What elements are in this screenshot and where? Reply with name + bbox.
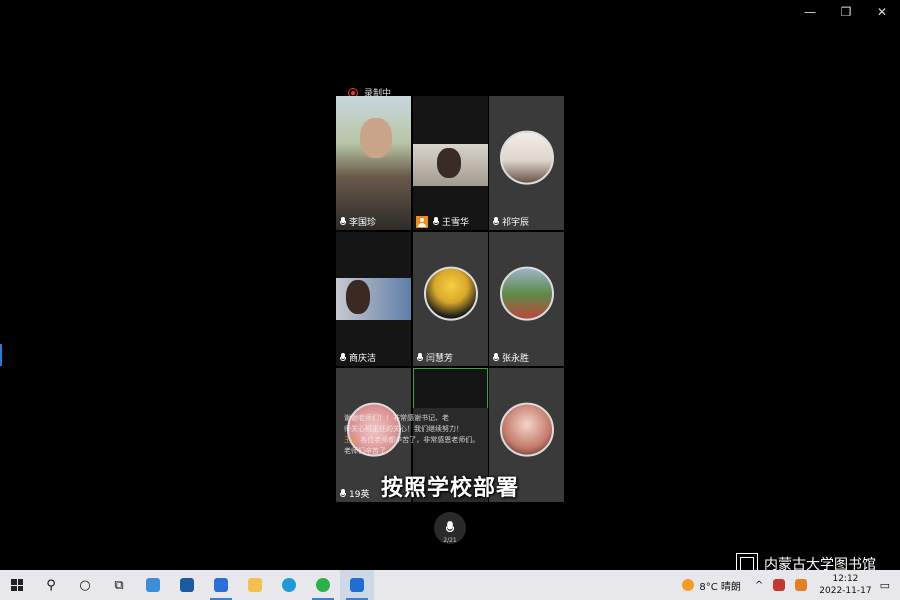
search-icon: ⚲ [46, 577, 56, 593]
minimize-button[interactable]: — [792, 0, 828, 24]
close-button[interactable]: ✕ [864, 0, 900, 24]
task-view-button[interactable]: ⧉ [102, 570, 136, 600]
taskbar-app[interactable] [340, 570, 374, 600]
participant-avatar [423, 266, 478, 321]
mic-icon [492, 216, 500, 227]
face-shape [346, 280, 370, 314]
mic-icon [492, 352, 500, 363]
participant-tile[interactable]: 祁宇辰 [489, 96, 564, 230]
clock-time: 12:12 [832, 574, 859, 584]
participant-avatar [499, 266, 554, 321]
taskbar-app[interactable] [272, 570, 306, 600]
antivirus-icon[interactable] [773, 579, 786, 591]
folder-icon [248, 578, 262, 592]
clock-date: 2022-11-17 [819, 586, 872, 596]
weather-text[interactable]: 8°C 晴朗 [699, 578, 741, 593]
maximize-button[interactable]: ❐ [828, 0, 864, 24]
taskbar-app[interactable] [136, 570, 170, 600]
meeting-app-icon [350, 578, 364, 592]
participant-tile[interactable]: 张永胜 [489, 232, 564, 366]
cortana-button[interactable]: ○ [68, 570, 102, 600]
task-view-icon: ⧉ [114, 577, 124, 593]
system-tray: 8°C 晴朗 ^ 12:12 2022-11-17 ▭ [682, 570, 900, 600]
participant-label: 祁宇辰 [492, 215, 529, 228]
taskbar-app[interactable] [170, 570, 204, 600]
chat-message: 王丽 各位老师都辛苦了，非常感恩老师们。 [344, 436, 480, 444]
mic-icon [416, 352, 424, 363]
participant-label: 闫慧芳 [416, 351, 453, 364]
taskbar-app[interactable] [238, 570, 272, 600]
participant-avatar [499, 402, 554, 457]
mic-icon [444, 521, 455, 535]
participant-tile[interactable]: 王雪华 [413, 96, 488, 230]
face-shape [360, 118, 392, 158]
clock[interactable]: 12:12 2022-11-17 [819, 573, 871, 597]
participant-label: 商庆洁 [339, 351, 376, 364]
participant-label: 李国珍 [339, 215, 376, 228]
circle-icon: ○ [79, 577, 91, 593]
chat-message: 老师们辛苦了 [344, 447, 386, 455]
input-method-icon[interactable] [795, 579, 808, 591]
edge-icon [282, 578, 296, 592]
wechat-icon [316, 578, 330, 592]
chat-overlay: 谢谢老师们！！非常感谢书记、老 师关心班主任的关心！我们继续努力！ 王丽 各位老… [344, 413, 502, 457]
word-icon [214, 578, 228, 592]
participant-count: 2/21 [443, 537, 457, 544]
chat-message: 师关心班主任的关心！我们继续努力！ [344, 425, 463, 433]
chevron-up-icon[interactable]: ^ [755, 580, 763, 591]
window-controls: — ❐ ✕ [792, 0, 900, 24]
participant-video [336, 96, 411, 230]
chat-username: 王丽 [344, 436, 358, 444]
taskbar-app[interactable] [306, 570, 340, 600]
participant-avatar [499, 130, 554, 185]
mic-icon [432, 216, 440, 227]
participant-tile[interactable]: 商庆洁 [336, 232, 411, 366]
windows-icon [11, 579, 23, 591]
notification-icon[interactable]: ▭ [880, 579, 890, 592]
participant-label: 王雪华 [416, 215, 469, 228]
participant-label: 张永胜 [492, 351, 529, 364]
participant-tile[interactable]: 闫慧芳 [413, 232, 488, 366]
taskbar-app[interactable] [204, 570, 238, 600]
chat-message: 谢谢老师们！！非常感谢书记、老 [344, 414, 449, 422]
mic-icon [339, 352, 347, 363]
subtitle-caption: 按照学校部署 [380, 476, 519, 501]
start-button[interactable] [0, 570, 34, 600]
weather-sun-icon [682, 579, 695, 591]
side-indicator [0, 344, 2, 366]
store-icon [180, 578, 194, 592]
host-icon [416, 215, 428, 228]
monitor-icon [146, 578, 160, 592]
participant-tile[interactable]: 李国珍 [336, 96, 411, 230]
face-shape [437, 148, 461, 178]
taskbar: ⚲ ○ ⧉ 8°C 晴朗 ^ 12:12 2022-11-17 ▭ [0, 570, 900, 600]
search-button[interactable]: ⚲ [34, 570, 68, 600]
mic-icon [339, 216, 347, 227]
